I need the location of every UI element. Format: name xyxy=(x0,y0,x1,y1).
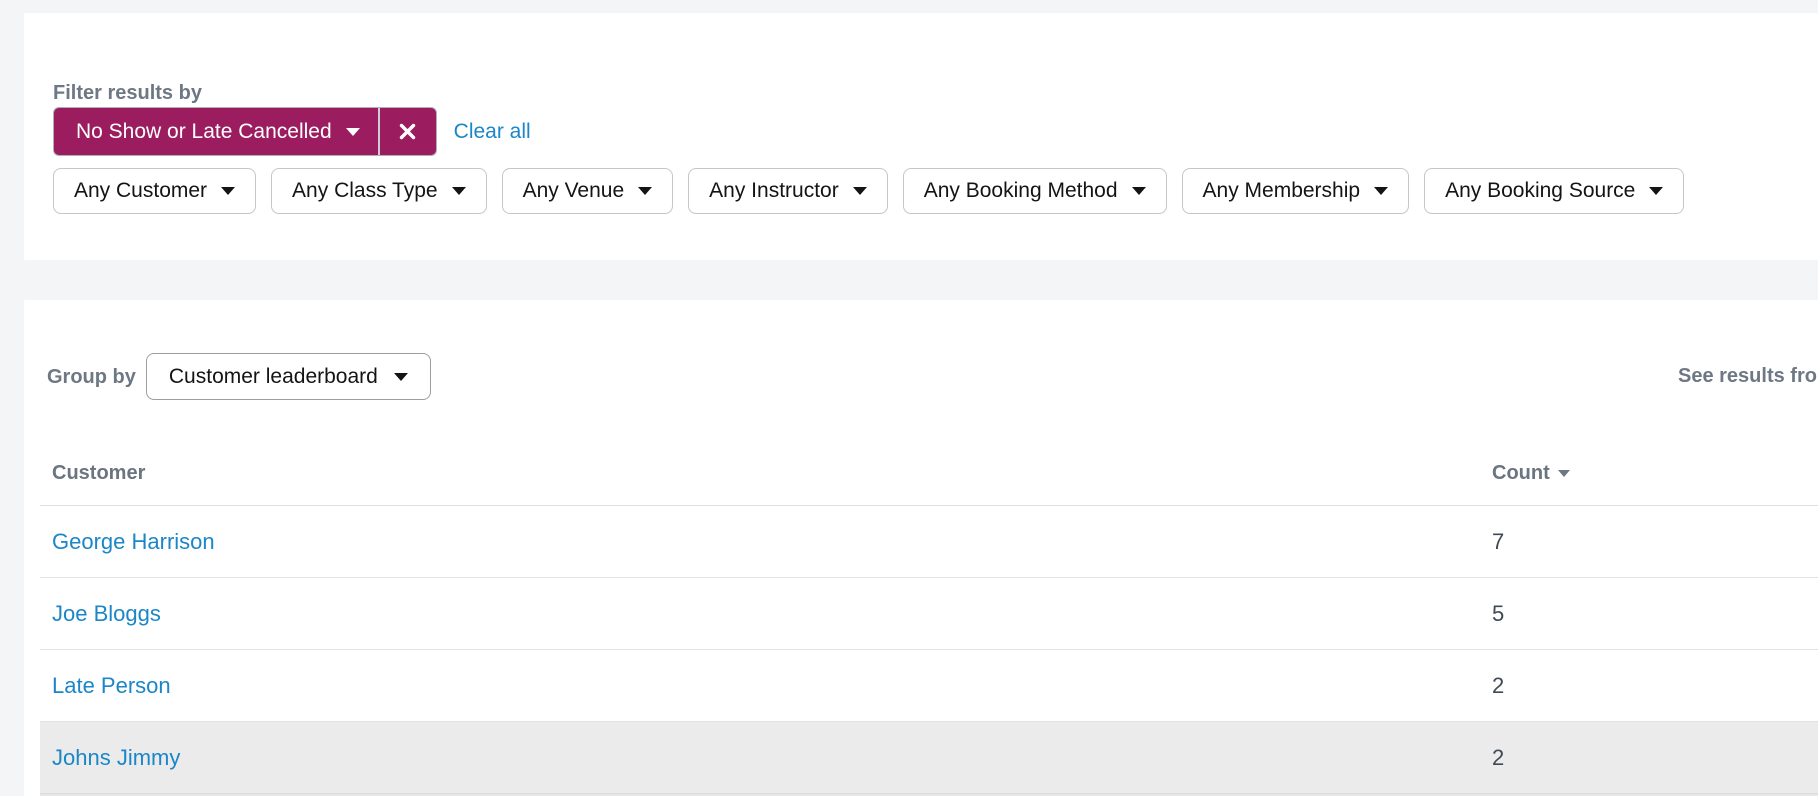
filter-dropdown-label: Any Class Type xyxy=(292,179,438,202)
chevron-down-icon xyxy=(393,372,408,381)
column-header-count-label: Count xyxy=(1492,462,1550,484)
group-by-value: Customer leaderboard xyxy=(168,364,378,388)
filter-panel: Filter results by No Show or Late Cancel… xyxy=(24,13,1818,260)
group-by-select[interactable]: Customer leaderboard xyxy=(145,353,431,400)
group-by-row: Group by Customer leaderboard xyxy=(47,353,431,400)
filter-dropdown-label: Any Instructor xyxy=(709,179,839,202)
active-filter-chip: No Show or Late Cancelled xyxy=(53,107,437,156)
filter-panel-title: Filter results by xyxy=(53,81,202,104)
chevron-down-icon xyxy=(1374,187,1389,195)
table-header-row: Customer Count xyxy=(40,442,1818,506)
sort-desc-icon xyxy=(1557,470,1570,477)
filter-dropdown-any-customer[interactable]: Any Customer xyxy=(53,168,257,214)
active-filter-dropdown[interactable]: No Show or Late Cancelled xyxy=(54,108,378,155)
chevron-down-icon xyxy=(221,187,236,195)
table-body: George Harrison 7 Joe Bloggs 5 Late Pers… xyxy=(40,506,1818,794)
filter-dropdown-label: Any Customer xyxy=(74,179,208,202)
filter-dropdown-any-booking-source[interactable]: Any Booking Source xyxy=(1424,168,1685,214)
filter-dropdown-any-booking-method[interactable]: Any Booking Method xyxy=(902,168,1167,214)
chevron-down-icon xyxy=(1131,187,1146,195)
table-row[interactable]: George Harrison 7 xyxy=(40,506,1818,578)
chevron-down-icon xyxy=(345,127,360,136)
count-value: 2 xyxy=(1492,744,1505,770)
filter-dropdown-any-class-type[interactable]: Any Class Type xyxy=(271,168,487,214)
customer-link[interactable]: Johns Jimmy xyxy=(40,745,180,771)
table-row[interactable]: Late Person 2 xyxy=(40,650,1818,722)
count-value: 7 xyxy=(1492,528,1505,554)
clear-all-link[interactable]: Clear all xyxy=(454,120,531,144)
table-row[interactable]: Johns Jimmy 2 xyxy=(40,722,1818,794)
count-value: 5 xyxy=(1492,600,1505,626)
filter-dropdown-label: Any Membership xyxy=(1202,179,1361,202)
customer-link[interactable]: Late Person xyxy=(40,673,171,699)
active-filters-row: No Show or Late Cancelled Clear all xyxy=(53,107,531,156)
filter-dropdown-any-venue[interactable]: Any Venue xyxy=(501,168,674,214)
filter-dropdown-label: Any Booking Method xyxy=(923,179,1118,202)
chevron-down-icon xyxy=(1649,187,1664,195)
filter-dropdown-any-membership[interactable]: Any Membership xyxy=(1181,168,1410,214)
filter-dropdown-any-instructor[interactable]: Any Instructor xyxy=(688,168,888,214)
table-row[interactable]: Joe Bloggs 5 xyxy=(40,578,1818,650)
results-panel: Group by Customer leaderboard See result… xyxy=(24,300,1818,796)
chevron-down-icon xyxy=(451,187,466,195)
active-filter-label: No Show or Late Cancelled xyxy=(76,119,332,143)
column-header-count[interactable]: Count xyxy=(1492,462,1570,485)
report-page: { "colors": { "page_bg": "#f4f5f7", "chi… xyxy=(0,0,1818,796)
filter-dropdowns-row: Any Customer Any Class Type Any Venue An… xyxy=(53,168,1685,214)
remove-filter-button[interactable] xyxy=(380,108,436,155)
see-results-text: See results from xyxy=(1678,365,1818,387)
count-value: 2 xyxy=(1492,672,1505,698)
customer-link[interactable]: George Harrison xyxy=(40,529,215,555)
chevron-down-icon xyxy=(638,187,653,195)
leaderboard-table: Customer Count George Harrison 7 Joe Blo… xyxy=(40,442,1818,796)
close-icon xyxy=(399,123,416,140)
column-header-customer[interactable]: Customer xyxy=(40,462,145,485)
filter-dropdown-label: Any Venue xyxy=(522,179,625,202)
group-by-label: Group by xyxy=(47,365,136,388)
customer-link[interactable]: Joe Bloggs xyxy=(40,601,161,627)
chevron-down-icon xyxy=(852,187,867,195)
filter-dropdown-label: Any Booking Source xyxy=(1445,179,1636,202)
